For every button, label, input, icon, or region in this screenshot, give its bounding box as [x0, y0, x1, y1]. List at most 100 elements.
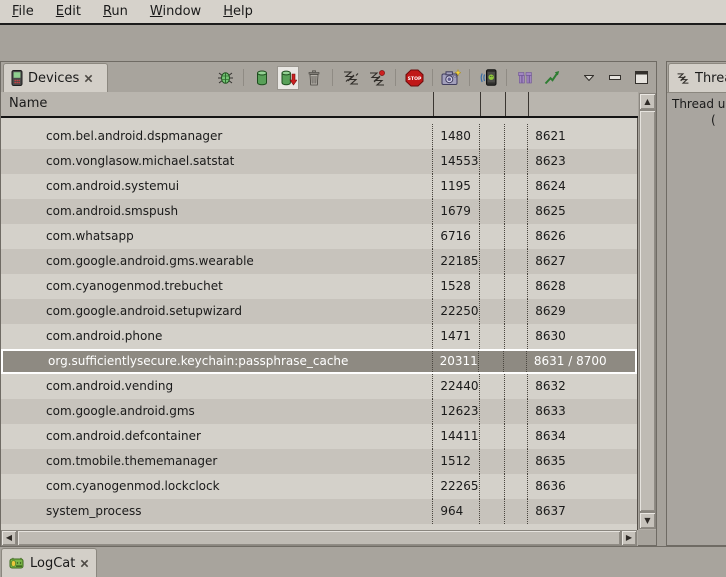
menu-run[interactable]: Run: [103, 4, 128, 19]
cell-pid: 22265: [433, 474, 480, 499]
scroll-up-button[interactable]: ▲: [639, 93, 656, 110]
capture-device-screen-button[interactable]: [477, 66, 499, 90]
start-opengl-trace-button[interactable]: [540, 66, 562, 90]
process-row[interactable]: org.sufficientlysecure.keychain:passphra…: [1, 349, 637, 374]
cell-empty-4: [505, 299, 528, 324]
stop-process-button[interactable]: STOP: [403, 66, 425, 90]
tab-devices-label: Devices: [28, 71, 79, 86]
process-row[interactable]: com.google.android.gms 12623 8633: [1, 399, 637, 424]
column-header-ports[interactable]: [529, 92, 638, 116]
cell-pid: 1528: [433, 274, 480, 299]
column-header-pid[interactable]: [434, 92, 481, 116]
panel-sash[interactable]: [658, 61, 666, 546]
scroll-left-button[interactable]: ◀: [1, 530, 17, 546]
process-row[interactable]: com.android.smspush 1679 8625: [1, 199, 637, 224]
heap-cylinder-icon: [255, 70, 269, 86]
start-method-profiling-button[interactable]: [366, 66, 388, 90]
menu-edit[interactable]: Edit: [56, 4, 81, 19]
minimize-icon: [609, 75, 621, 81]
close-icon[interactable]: [84, 74, 93, 83]
dump-hprof-button[interactable]: [277, 66, 299, 90]
process-row[interactable]: com.vonglasow.michael.satstat 14553 8623: [1, 149, 637, 174]
capture-systrace-button[interactable]: [514, 66, 536, 90]
close-icon[interactable]: [80, 559, 89, 568]
cell-empty-3: [480, 149, 505, 174]
debug-attach-button[interactable]: [214, 66, 236, 90]
cell-empty-4: [505, 149, 528, 174]
process-row[interactable]: com.bel.android.dspmanager 1480 8621: [1, 124, 637, 149]
cell-pid: 22185: [433, 249, 480, 274]
cell-empty-3: [480, 299, 505, 324]
process-row[interactable]: system_process 964 8637: [1, 499, 637, 524]
process-row[interactable]: com.tmobile.thememanager 1512 8635: [1, 449, 637, 474]
cell-name: com.cyanogenmod.trebuchet: [1, 274, 433, 299]
cell-empty-4: [505, 124, 528, 149]
cell-empty-3: [480, 224, 505, 249]
cell-empty-4: [505, 449, 528, 474]
cell-empty-4: [505, 399, 528, 424]
cell-pid: 964: [433, 499, 480, 524]
column-header-4[interactable]: [506, 92, 529, 116]
process-row[interactable]: com.android.defcontainer 14411 8634: [1, 424, 637, 449]
horizontal-scroll-thumb[interactable]: [17, 530, 621, 546]
process-row[interactable]: com.cyanogenmod.lockclock 22265 8636: [1, 474, 637, 499]
column-header-name[interactable]: Name: [1, 92, 434, 116]
cell-empty-4: [505, 249, 528, 274]
cell-name: org.sufficientlysecure.keychain:passphra…: [3, 351, 433, 372]
menu-window[interactable]: Window: [150, 4, 201, 19]
maximize-button[interactable]: [630, 66, 652, 90]
cell-empty-4: [505, 374, 528, 399]
cell-name: com.android.systemui: [1, 174, 433, 199]
cell-pid: 14553: [433, 149, 480, 174]
process-row[interactable]: com.android.phone 1471 8630: [1, 324, 637, 349]
toolbar-separator: [243, 69, 244, 86]
cell-pid: 1512: [433, 449, 480, 474]
vertical-scroll-thumb[interactable]: [639, 110, 656, 512]
cell-name: com.google.android.gms: [1, 399, 433, 424]
view-menu-button[interactable]: [578, 66, 600, 90]
cell-empty-3: [480, 424, 505, 449]
screen-capture-button[interactable]: [440, 66, 462, 90]
tab-logcat[interactable]: LogCat: [1, 548, 97, 577]
minimize-button[interactable]: [604, 66, 626, 90]
menu-file[interactable]: File: [12, 4, 34, 19]
process-row[interactable]: com.whatsapp 6716 8626: [1, 224, 637, 249]
cell-empty-4: [505, 499, 528, 524]
scroll-down-button[interactable]: ▼: [639, 512, 656, 529]
stop-icon: STOP: [405, 69, 424, 87]
cell-name: com.google.android.setupwizard: [1, 299, 433, 324]
process-row[interactable]: com.cyanogenmod.trebuchet 1528 8628: [1, 274, 637, 299]
cell-name: com.android.defcontainer: [1, 424, 433, 449]
cell-pid: 14411: [433, 424, 480, 449]
cell-empty-3: [480, 124, 505, 149]
cell-empty-3: [479, 351, 504, 372]
process-row[interactable]: com.google.android.setupwizard 22250 862…: [1, 299, 637, 324]
horizontal-scrollbar[interactable]: ◀ ▶: [1, 530, 638, 546]
cell-pid: 1679: [433, 199, 480, 224]
tab-devices[interactable]: Devices: [3, 63, 108, 92]
trash-icon: [307, 70, 321, 86]
cell-ports: 8635: [528, 449, 637, 474]
process-row[interactable]: com.android.vending 22440 8632: [1, 374, 637, 399]
scroll-right-button[interactable]: ▶: [621, 530, 637, 546]
cell-ports: 8633: [528, 399, 637, 424]
process-row[interactable]: com.google.android.gms.wearable 22185 86…: [1, 249, 637, 274]
cell-ports: 8637: [528, 499, 637, 524]
menu-help[interactable]: Help: [223, 4, 253, 19]
cell-ports: 8625: [528, 199, 637, 224]
update-heap-button[interactable]: [251, 66, 273, 90]
threads-icon: [342, 70, 360, 86]
toolbar-separator: [432, 69, 433, 86]
process-row[interactable]: com.android.systemui 1195 8624: [1, 174, 637, 199]
column-header-3[interactable]: [481, 92, 506, 116]
cell-name: com.android.vending: [1, 374, 433, 399]
tab-threads[interactable]: Threa: [668, 63, 726, 92]
vertical-scrollbar[interactable]: ▲ ▼: [639, 93, 656, 530]
cell-ports: 8636: [528, 474, 637, 499]
cell-pid: 1195: [433, 174, 480, 199]
devices-tabbar: Devices: [1, 62, 656, 92]
cause-gc-button[interactable]: [303, 66, 325, 90]
cell-empty-3: [480, 374, 505, 399]
update-threads-button[interactable]: [340, 66, 362, 90]
cell-ports: 8624: [528, 174, 637, 199]
